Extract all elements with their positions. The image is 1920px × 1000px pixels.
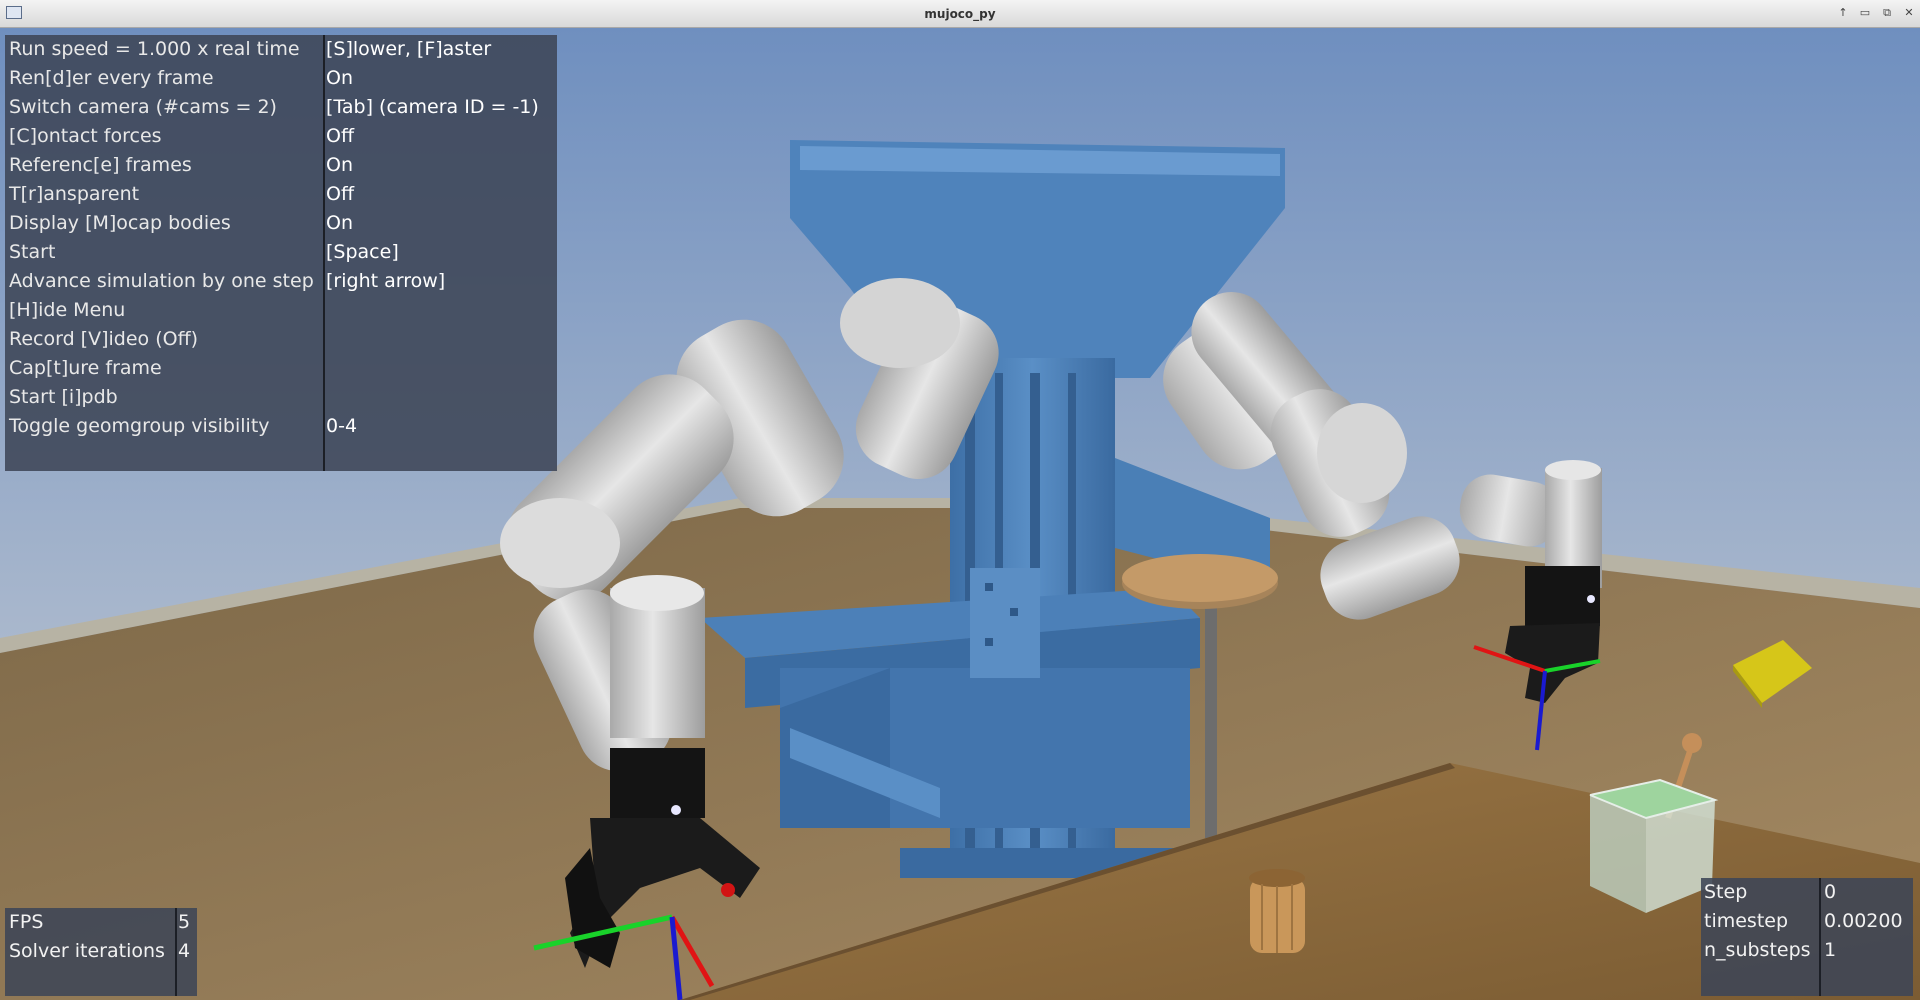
maximize-button[interactable]: ⧉ bbox=[1877, 5, 1897, 21]
menu-value-start: [Space] bbox=[326, 241, 399, 263]
fps-panel: FPS 5 Solver iterations 4 bbox=[5, 908, 197, 996]
menu-label-contact-forces: [C]ontact forces bbox=[9, 125, 162, 147]
step-label: Step bbox=[1704, 881, 1748, 903]
menu-divider bbox=[323, 35, 325, 471]
close-button[interactable]: ✕ bbox=[1899, 5, 1919, 21]
menu-value-switch-camera: [Tab] (camera ID = -1) bbox=[326, 96, 539, 118]
menu-label-mocap-bodies: Display [M]ocap bodies bbox=[9, 212, 231, 234]
menu-label-start: Start bbox=[9, 241, 56, 263]
step-info-panel: Step 0 timestep 0.00200 n_substeps 1 bbox=[1701, 878, 1913, 996]
fps-label: FPS bbox=[9, 911, 44, 933]
menu-label-start-ipdb: Start [i]pdb bbox=[9, 386, 118, 408]
n-substeps-label: n_substeps bbox=[1704, 939, 1811, 961]
menu-label-transparent: T[r]ansparent bbox=[9, 183, 140, 205]
timestep-label: timestep bbox=[1704, 910, 1789, 932]
fps-divider bbox=[175, 908, 177, 996]
timestep-value: 0.00200 bbox=[1824, 910, 1903, 932]
solver-iterations-value: 4 bbox=[178, 940, 191, 962]
menu-value-contact-forces: Off bbox=[326, 125, 355, 147]
menu-label-switch-camera: Switch camera (#cams = 2) bbox=[9, 96, 277, 118]
menu-label-record-video: Record [V]ideo (Off) bbox=[9, 328, 199, 350]
menu-label-run-speed: Run speed = 1.000 x real time bbox=[9, 38, 300, 60]
n-substeps-value: 1 bbox=[1824, 939, 1837, 961]
menu-value-mocap-bodies: On bbox=[326, 212, 353, 234]
menu-value-reference-frames: On bbox=[326, 154, 353, 176]
menu-label-render: Ren[d]er every frame bbox=[9, 67, 214, 89]
window-titlebar: mujoco_py ↑ ▭ ⧉ ✕ bbox=[0, 0, 1920, 28]
menu-value-run-speed: [S]lower, [F]aster bbox=[326, 38, 492, 60]
window-title: mujoco_py bbox=[924, 7, 996, 21]
menu-label-advance-step: Advance simulation by one step bbox=[9, 270, 314, 292]
menu-label-hide-menu: [H]ide Menu bbox=[9, 299, 126, 321]
keep-above-button[interactable]: ↑ bbox=[1833, 5, 1853, 21]
menu-label-reference-frames: Referenc[e] frames bbox=[9, 154, 192, 176]
step-value: 0 bbox=[1824, 881, 1837, 903]
menu-value-transparent: Off bbox=[326, 183, 355, 205]
menu-label-geomgroup: Toggle geomgroup visibility bbox=[9, 415, 270, 437]
menu-value-render: On bbox=[326, 67, 353, 89]
help-menu-panel: Run speed = 1.000 x real time [S]lower, … bbox=[5, 35, 557, 471]
menu-value-geomgroup: 0-4 bbox=[326, 415, 358, 437]
minimize-button[interactable]: ▭ bbox=[1855, 5, 1875, 21]
fps-value: 5 bbox=[178, 911, 191, 933]
solver-iterations-label: Solver iterations bbox=[9, 940, 165, 962]
wooden-cup bbox=[1249, 869, 1305, 953]
menu-label-capture-frame: Cap[t]ure frame bbox=[9, 357, 162, 379]
menu-value-advance-step: [right arrow] bbox=[326, 270, 446, 292]
step-divider bbox=[1819, 878, 1821, 996]
